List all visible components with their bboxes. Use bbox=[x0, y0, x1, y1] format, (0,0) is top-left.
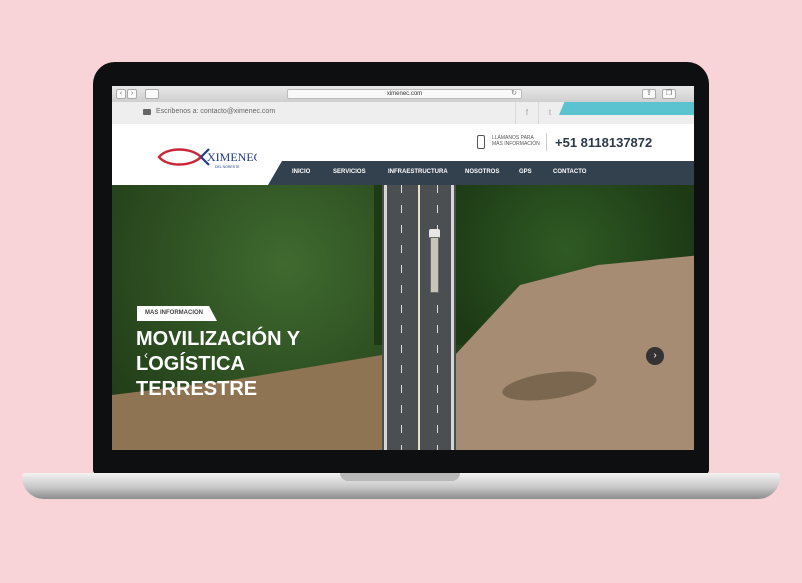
logo-mark: XIMENEC DEL NORESTE bbox=[157, 148, 262, 169]
nav-item-infraestructura[interactable]: INFRAESTRUCTURA bbox=[388, 169, 448, 175]
phone-icon bbox=[477, 135, 485, 149]
browser-window: ‹ › ximenec.com ↻ ⇪ ❐ Escribenos a: cont… bbox=[112, 86, 694, 450]
truck-trailer bbox=[430, 237, 439, 293]
logo-text: XIMENEC bbox=[207, 150, 257, 164]
hero-slider: MAS INFORMACION MOVILIZACIÓN Y LOGÍSTICA… bbox=[112, 185, 694, 450]
hero-highway bbox=[382, 185, 456, 450]
hero-title: MOVILIZACIÓN Y LOGÍSTICA TERRESTRE bbox=[136, 327, 356, 402]
road-median bbox=[418, 185, 420, 450]
contact-email[interactable]: Escribenos a: contacto@ximenec.com bbox=[156, 108, 275, 115]
forward-button[interactable]: › bbox=[127, 89, 137, 99]
road-dash-right bbox=[437, 185, 438, 450]
tabs-icon[interactable]: ❐ bbox=[662, 89, 676, 99]
accent-strip bbox=[559, 102, 694, 115]
main-nav: INICIO SERVICIOS INFRAESTRUCTURA NOSOTRO… bbox=[268, 161, 694, 185]
slider-prev-icon[interactable]: ‹ bbox=[144, 348, 148, 362]
slider-next-icon[interactable]: › bbox=[646, 347, 664, 365]
hero-title-line3: TERRESTRE bbox=[136, 378, 258, 400]
address-bar[interactable]: ximenec.com ↻ bbox=[287, 89, 522, 99]
back-button[interactable]: ‹ bbox=[116, 89, 126, 99]
nav-item-inicio[interactable]: INICIO bbox=[292, 169, 310, 175]
more-info-button[interactable]: MAS INFORMACION bbox=[137, 306, 217, 321]
phone-number[interactable]: +51 8118137872 bbox=[555, 135, 652, 150]
browser-toolbar: ‹ › ximenec.com ↻ ⇪ ❐ bbox=[112, 86, 694, 103]
address-bar-url: ximenec.com bbox=[386, 91, 423, 97]
top-info-bar: Escribenos a: contacto@ximenec.com f t bbox=[112, 102, 694, 124]
hero-title-line1: MOVILIZACIÓN Y bbox=[136, 328, 301, 350]
road-edge-left bbox=[384, 185, 387, 450]
twitter-icon[interactable]: t bbox=[538, 102, 561, 124]
road-edge-right bbox=[451, 185, 454, 450]
sidebar-icon[interactable] bbox=[145, 89, 159, 99]
road-dash-left bbox=[401, 185, 402, 450]
nav-item-nosotros[interactable]: NOSOTROS bbox=[465, 169, 499, 175]
nav-item-contacto[interactable]: CONTACTO bbox=[553, 169, 586, 175]
logo-subtext: DEL NORESTE bbox=[215, 165, 240, 169]
share-icon[interactable]: ⇪ bbox=[642, 89, 656, 99]
nav-item-gps[interactable]: GPS bbox=[519, 169, 532, 175]
site-logo[interactable]: XIMENEC DEL NORESTE bbox=[157, 144, 262, 170]
reload-icon[interactable]: ↻ bbox=[511, 90, 517, 98]
call-label-line2: MÁS INFORMACIÓN bbox=[492, 141, 540, 147]
facebook-icon[interactable]: f bbox=[515, 102, 538, 124]
laptop-notch bbox=[340, 473, 460, 481]
hero-title-line2: LOGÍSTICA bbox=[136, 353, 245, 375]
mail-icon bbox=[143, 109, 151, 115]
header-divider bbox=[546, 133, 547, 151]
nav-item-servicios[interactable]: SERVICIOS bbox=[333, 169, 366, 175]
call-label: LLÁMANOS PARA MÁS INFORMACIÓN bbox=[492, 135, 552, 147]
